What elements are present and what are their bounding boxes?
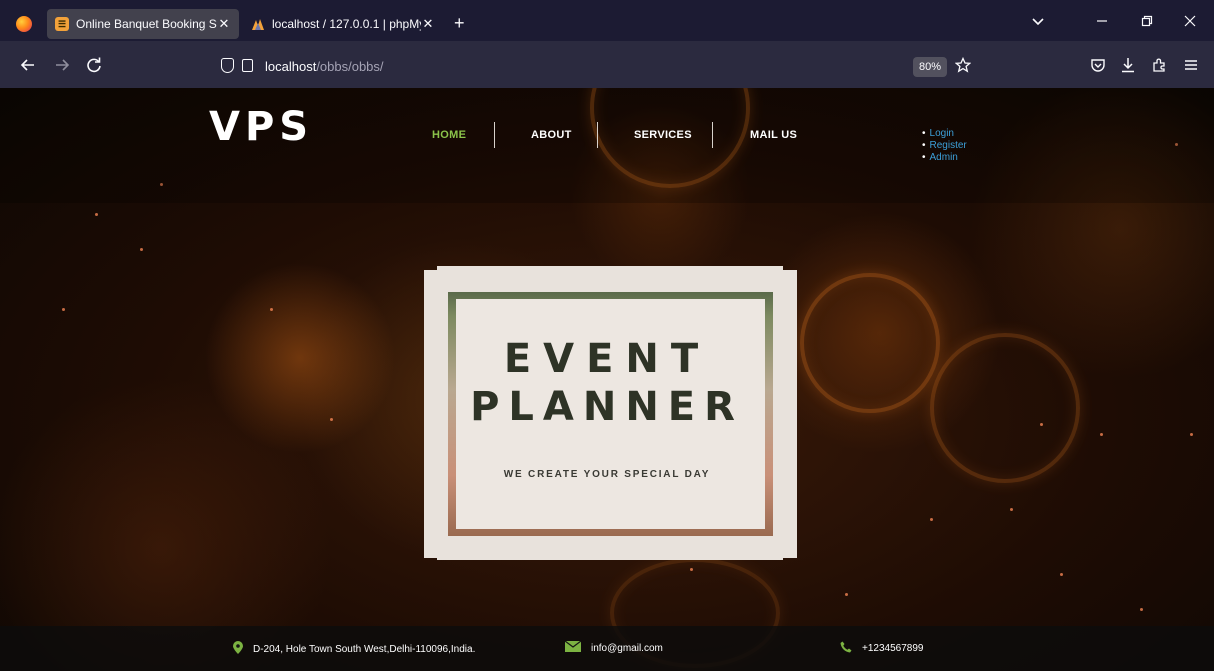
- close-tab-icon[interactable]: ✕: [421, 16, 435, 32]
- phpmyadmin-favicon-icon: [251, 17, 265, 31]
- hero-subtitle: WE CREATE YOUR SPECIAL DAY: [503, 469, 711, 480]
- new-tab-plus-icon[interactable]: +: [454, 14, 465, 32]
- address-bar[interactable]: localhost/obbs/obbs/: [203, 51, 983, 81]
- bokeh-dot: [1010, 508, 1013, 511]
- bokeh-dot: [95, 213, 98, 216]
- hero-card-edge: [437, 550, 783, 560]
- login-link[interactable]: Login: [922, 128, 967, 140]
- tab-title: Online Banquet Booking System: [76, 17, 217, 31]
- firefox-logo-icon[interactable]: [16, 16, 32, 32]
- footer-address-text: D-204, Hole Town South West,Delhi-110096…: [253, 643, 476, 655]
- bokeh-dot: [1060, 573, 1063, 576]
- nav-divider: [494, 122, 495, 148]
- register-link[interactable]: Register: [922, 140, 967, 152]
- bookmark-star-icon[interactable]: [954, 56, 972, 77]
- tracking-shield-icon[interactable]: [221, 58, 234, 73]
- url-text[interactable]: localhost/obbs/obbs/: [265, 59, 384, 74]
- contact-footer: D-204, Hole Town South West,Delhi-110096…: [0, 626, 1214, 671]
- page-info-icon[interactable]: [242, 59, 253, 72]
- bokeh-dot: [62, 308, 65, 311]
- close-window-icon[interactable]: [1184, 14, 1196, 30]
- minimize-icon[interactable]: [1096, 14, 1108, 30]
- web-page: VPS HOME ABOUT SERVICES MAIL US Login Re…: [0, 88, 1214, 671]
- footer-email-text[interactable]: info@gmail.com: [591, 643, 663, 654]
- site-logo[interactable]: VPS: [209, 104, 313, 150]
- bokeh-dot: [690, 568, 693, 571]
- nav-about[interactable]: ABOUT: [531, 129, 572, 141]
- site-header: VPS HOME ABOUT SERVICES MAIL US Login Re…: [0, 88, 1214, 203]
- hero-card-edge: [437, 266, 783, 276]
- nav-divider: [712, 122, 713, 148]
- zoom-level-badge[interactable]: 80%: [913, 57, 948, 77]
- reload-icon[interactable]: [86, 57, 102, 77]
- back-arrow-icon[interactable]: [20, 57, 36, 77]
- footer-address: D-204, Hole Town South West,Delhi-110096…: [233, 641, 475, 657]
- footer-email: info@gmail.com: [564, 640, 663, 655]
- nav-services[interactable]: SERVICES: [634, 129, 692, 141]
- restore-icon[interactable]: [1141, 14, 1153, 30]
- admin-link[interactable]: Admin: [922, 152, 967, 164]
- map-marker-icon: [233, 641, 243, 657]
- bokeh-dot: [1190, 433, 1193, 436]
- forward-arrow-icon[interactable]: [54, 57, 70, 77]
- footer-phone: +1234567899: [840, 641, 923, 656]
- bokeh-dot: [270, 308, 273, 311]
- browser-tab-bar: ☰ Online Banquet Booking System ✕ localh…: [0, 0, 1214, 41]
- bokeh-dot: [1140, 608, 1143, 611]
- close-tab-icon[interactable]: ✕: [217, 16, 231, 32]
- nav-mail-us[interactable]: MAIL US: [750, 129, 797, 141]
- tab-list-chevron-down-icon[interactable]: [1031, 14, 1045, 30]
- bokeh-dot: [140, 248, 143, 251]
- downloads-icon[interactable]: [1120, 57, 1136, 77]
- tab-online-banquet[interactable]: ☰ Online Banquet Booking System ✕: [47, 9, 239, 39]
- hero-title-line1: EVENT: [503, 336, 711, 382]
- auth-links: Login Register Admin: [922, 128, 967, 164]
- pocket-icon[interactable]: [1090, 57, 1106, 77]
- nav-divider: [597, 122, 598, 148]
- bokeh-dot: [845, 593, 848, 596]
- tab-phpmyadmin[interactable]: localhost / 127.0.0.1 | phpMyAdmin ✕: [243, 9, 443, 39]
- bokeh-dot: [930, 518, 933, 521]
- bokeh-dot: [1100, 433, 1103, 436]
- envelope-icon: [564, 640, 582, 655]
- hero-title-line2: PLANNER: [470, 384, 744, 430]
- tab-title: localhost / 127.0.0.1 | phpMyAdmin: [272, 17, 421, 31]
- footer-phone-text: +1234567899: [862, 643, 924, 654]
- menu-hamburger-icon[interactable]: [1183, 57, 1199, 77]
- phone-icon: [840, 641, 852, 656]
- site-favicon-icon: ☰: [55, 17, 69, 31]
- extensions-icon[interactable]: [1151, 57, 1167, 77]
- nav-home[interactable]: HOME: [432, 129, 466, 141]
